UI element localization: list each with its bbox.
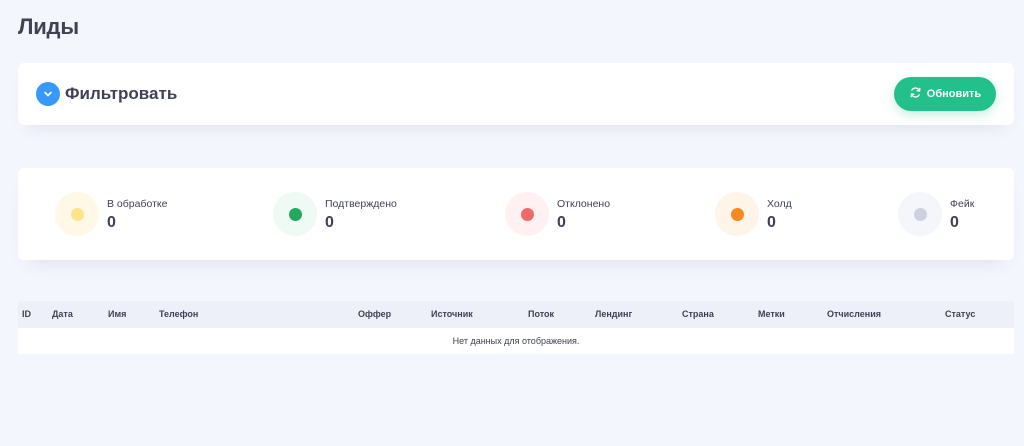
stat-value: 0 <box>557 213 566 231</box>
column-header-tags[interactable]: Метки <box>758 301 785 328</box>
column-header-offer[interactable]: Оффер <box>358 301 391 328</box>
page-title: Лиды <box>18 14 79 39</box>
stat-label: Подтверждено <box>325 197 397 210</box>
stat-pending: В обработке 0 <box>55 192 167 236</box>
stat-pending-icon-wrap <box>55 192 99 236</box>
column-header-country[interactable]: Страна <box>682 301 714 328</box>
leads-table: ID Дата Имя Телефон Оффер Источник Поток… <box>18 301 1014 354</box>
stat-label: Отклонено <box>557 197 611 210</box>
stat-value: 0 <box>107 213 116 231</box>
stat-fake: Фейк 0 <box>898 192 974 236</box>
pending-dot-icon <box>70 207 84 221</box>
chevron-down-icon[interactable] <box>36 82 60 106</box>
column-header-source[interactable]: Источник <box>431 301 473 328</box>
stat-label: Холд <box>767 197 792 210</box>
stat-hold: Холд 0 <box>715 192 792 236</box>
column-header-status[interactable]: Статус <box>945 301 975 328</box>
column-header-stream[interactable]: Поток <box>528 301 554 328</box>
stats-card: В обработке 0 Подтверждено 0 Отклонено 0… <box>18 168 1014 260</box>
stat-hold-icon-wrap <box>715 192 759 236</box>
stat-label: В обработке <box>107 197 168 210</box>
stat-value: 0 <box>950 213 959 231</box>
stat-confirmed: Подтверждено 0 <box>273 192 397 236</box>
stat-value: 0 <box>325 213 334 231</box>
column-header-payouts[interactable]: Отчисления <box>827 301 881 328</box>
hold-dot-icon <box>730 207 744 221</box>
fake-dot-icon <box>913 207 927 221</box>
refresh-label: Обновить <box>926 88 982 100</box>
refresh-icon <box>909 86 922 102</box>
stat-confirmed-icon-wrap <box>273 192 317 236</box>
refresh-button[interactable]: Обновить <box>894 77 996 111</box>
confirmed-dot-icon <box>288 207 302 221</box>
column-header-phone[interactable]: Телефон <box>159 301 198 328</box>
column-header-id[interactable]: ID <box>22 301 31 328</box>
stat-value: 0 <box>767 213 776 231</box>
filter-toggle[interactable]: Фильтровать <box>36 82 177 106</box>
stat-rejected-icon-wrap <box>505 192 549 236</box>
column-header-name[interactable]: Имя <box>108 301 126 328</box>
filter-card: Фильтровать Обновить <box>18 63 1014 125</box>
column-header-date[interactable]: Дата <box>52 301 73 328</box>
stat-fake-icon-wrap <box>898 192 942 236</box>
rejected-dot-icon <box>520 207 534 221</box>
stat-rejected: Отклонено 0 <box>505 192 610 236</box>
stat-label: Фейк <box>950 197 975 210</box>
column-header-landing[interactable]: Лендинг <box>595 301 632 328</box>
filter-label[interactable]: Фильтровать <box>65 84 177 104</box>
table-header: ID Дата Имя Телефон Оффер Источник Поток… <box>18 301 1014 328</box>
table-empty-state: Нет данных для отображения. <box>18 328 1014 354</box>
